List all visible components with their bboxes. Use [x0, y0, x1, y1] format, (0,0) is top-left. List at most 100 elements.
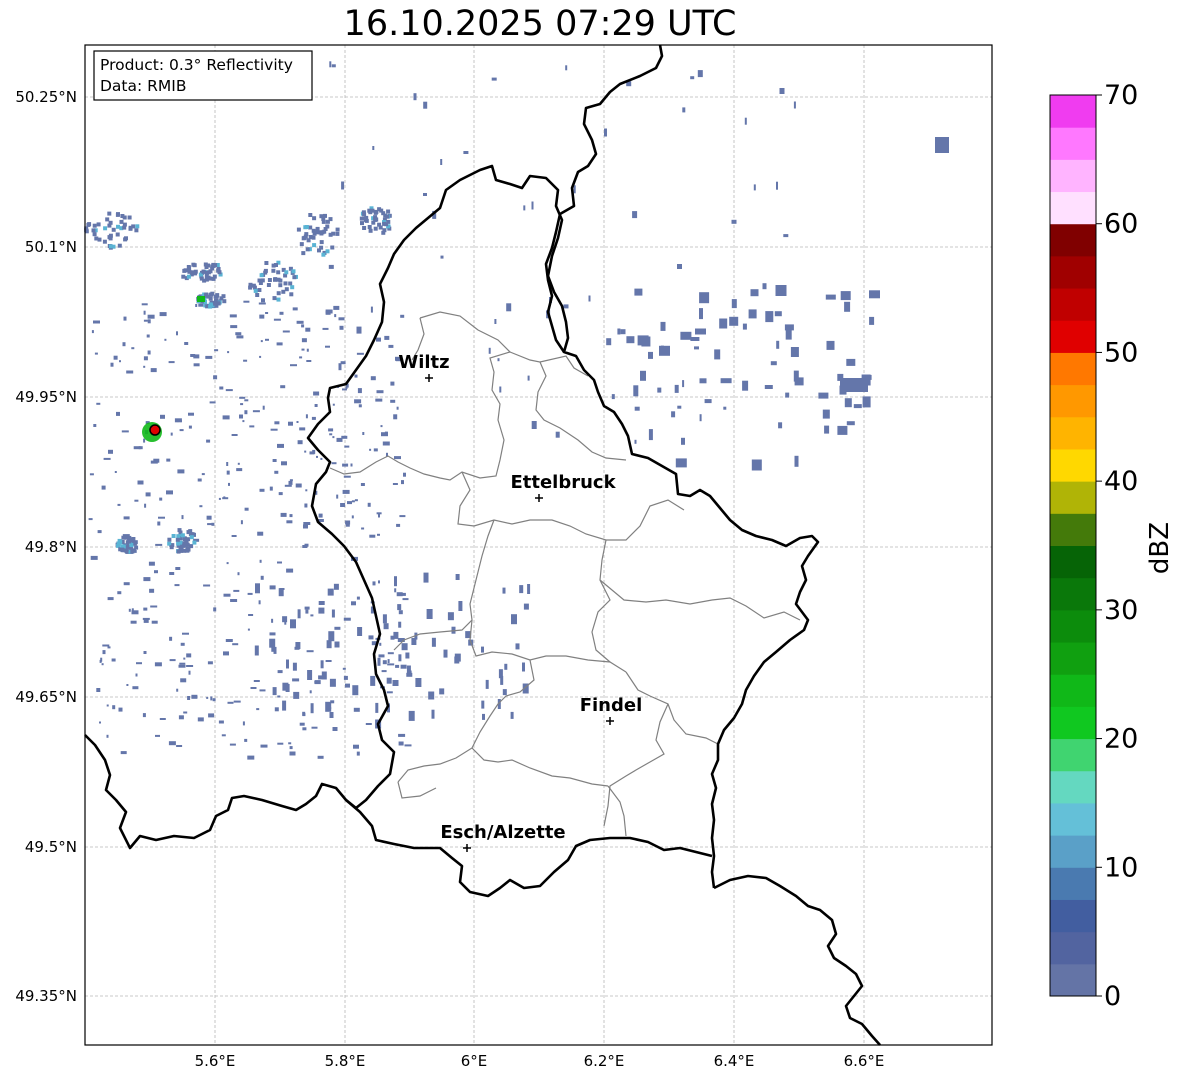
radar-echo [510, 711, 514, 719]
radar-echo [197, 296, 205, 302]
radar-echo [197, 717, 204, 722]
colorbar-segment [1050, 931, 1096, 965]
radar-echo [96, 688, 101, 692]
colorbar-segment [1050, 899, 1096, 933]
radar-echo [431, 637, 436, 647]
radar-echo [382, 614, 387, 624]
radar-echo [187, 269, 192, 274]
radar-echo [112, 705, 116, 710]
radar-echo [252, 410, 260, 413]
radar-echo [229, 314, 237, 318]
radar-echo [179, 429, 184, 432]
radar-echo [784, 324, 794, 331]
radar-echo [331, 462, 337, 465]
radar-echo [144, 503, 147, 508]
colorbar-segment [1050, 288, 1096, 321]
radar-echo [114, 471, 117, 473]
radar-echo [282, 700, 287, 711]
radar-echo [169, 659, 176, 662]
radar-echo [244, 410, 248, 415]
radar-echo [278, 278, 283, 283]
radar-echo [351, 500, 355, 503]
radar-echo [527, 375, 530, 381]
radar-echo [402, 598, 409, 601]
radar-echo [177, 528, 182, 533]
radar-echo [447, 612, 454, 621]
radar-echo [485, 679, 489, 689]
radar-echo [208, 713, 215, 718]
colorbar-tick-label: 30 [1104, 595, 1138, 626]
radar-echo [131, 608, 134, 613]
radar-echo [311, 726, 318, 729]
radar-echo [188, 412, 194, 416]
radar-echo [166, 490, 173, 495]
radar-echo [199, 276, 204, 281]
radar-echo [387, 663, 395, 666]
radar-echo [143, 618, 149, 623]
radar-echo [159, 718, 166, 720]
radar-echo [240, 403, 244, 406]
radar-echo [386, 677, 392, 684]
radar-echo [146, 334, 150, 338]
radar-echo [393, 414, 398, 420]
radar-echo [387, 659, 390, 664]
radar-echo [130, 620, 137, 624]
radar-echo [255, 583, 260, 594]
radar-echo [259, 273, 264, 278]
radar-echo [273, 318, 281, 321]
radar-echo [498, 669, 503, 679]
radar-echo [192, 540, 197, 545]
radar-echo [207, 523, 214, 526]
colorbar-segment [1050, 159, 1096, 193]
colorbar-tick-label: 0 [1104, 981, 1121, 1012]
lat-tick: 49.95°N [15, 388, 77, 406]
radar-echo [729, 316, 739, 326]
radar-echo [296, 227, 301, 232]
radar-echo [263, 270, 268, 275]
radar-echo [258, 302, 266, 305]
radar-echo [231, 434, 238, 436]
radar-echo [364, 218, 369, 223]
radar-echo [367, 502, 371, 507]
radar-echo [785, 392, 790, 398]
radar-echo [331, 64, 336, 68]
radar-echo [335, 227, 340, 232]
radar-echo [869, 316, 875, 325]
radar-echo [299, 242, 304, 247]
radar-echo [203, 262, 208, 267]
radar-echo [846, 421, 855, 426]
radar-echo [426, 609, 433, 619]
radar-echo [523, 205, 526, 211]
radar-echo [343, 675, 348, 680]
radar-echo [862, 396, 871, 408]
radar-echo [277, 561, 282, 564]
radar-echo [376, 512, 382, 515]
radar-echo [376, 337, 381, 342]
radar-echo [327, 588, 334, 596]
radar-echo [750, 289, 759, 297]
radar-echo [213, 301, 218, 306]
radar-echo [825, 294, 836, 300]
radar-echo [318, 601, 325, 605]
radar-echo [239, 414, 243, 419]
radar-echo [531, 201, 534, 210]
radar-echo [295, 483, 302, 488]
radar-echo [132, 686, 139, 690]
colorbar-tick-label: 50 [1104, 337, 1138, 368]
radar-echo [314, 404, 318, 407]
radar-echo [778, 422, 783, 429]
radar-echo [309, 451, 315, 455]
radar-echo [325, 660, 332, 662]
radar-echo [328, 264, 334, 269]
radar-echo [310, 614, 314, 617]
lon-tick: 6.6°E [844, 1052, 885, 1070]
colorbar-tick-label: 70 [1104, 80, 1138, 111]
colorbar-label: dBZ [1145, 522, 1175, 574]
radar-echo [256, 708, 260, 711]
radar-echo [276, 270, 281, 275]
radar-echo [395, 664, 400, 668]
radar-echo [206, 275, 211, 280]
radar-echo [308, 213, 313, 217]
radar-echo [230, 599, 238, 602]
radar-echo [329, 712, 334, 718]
